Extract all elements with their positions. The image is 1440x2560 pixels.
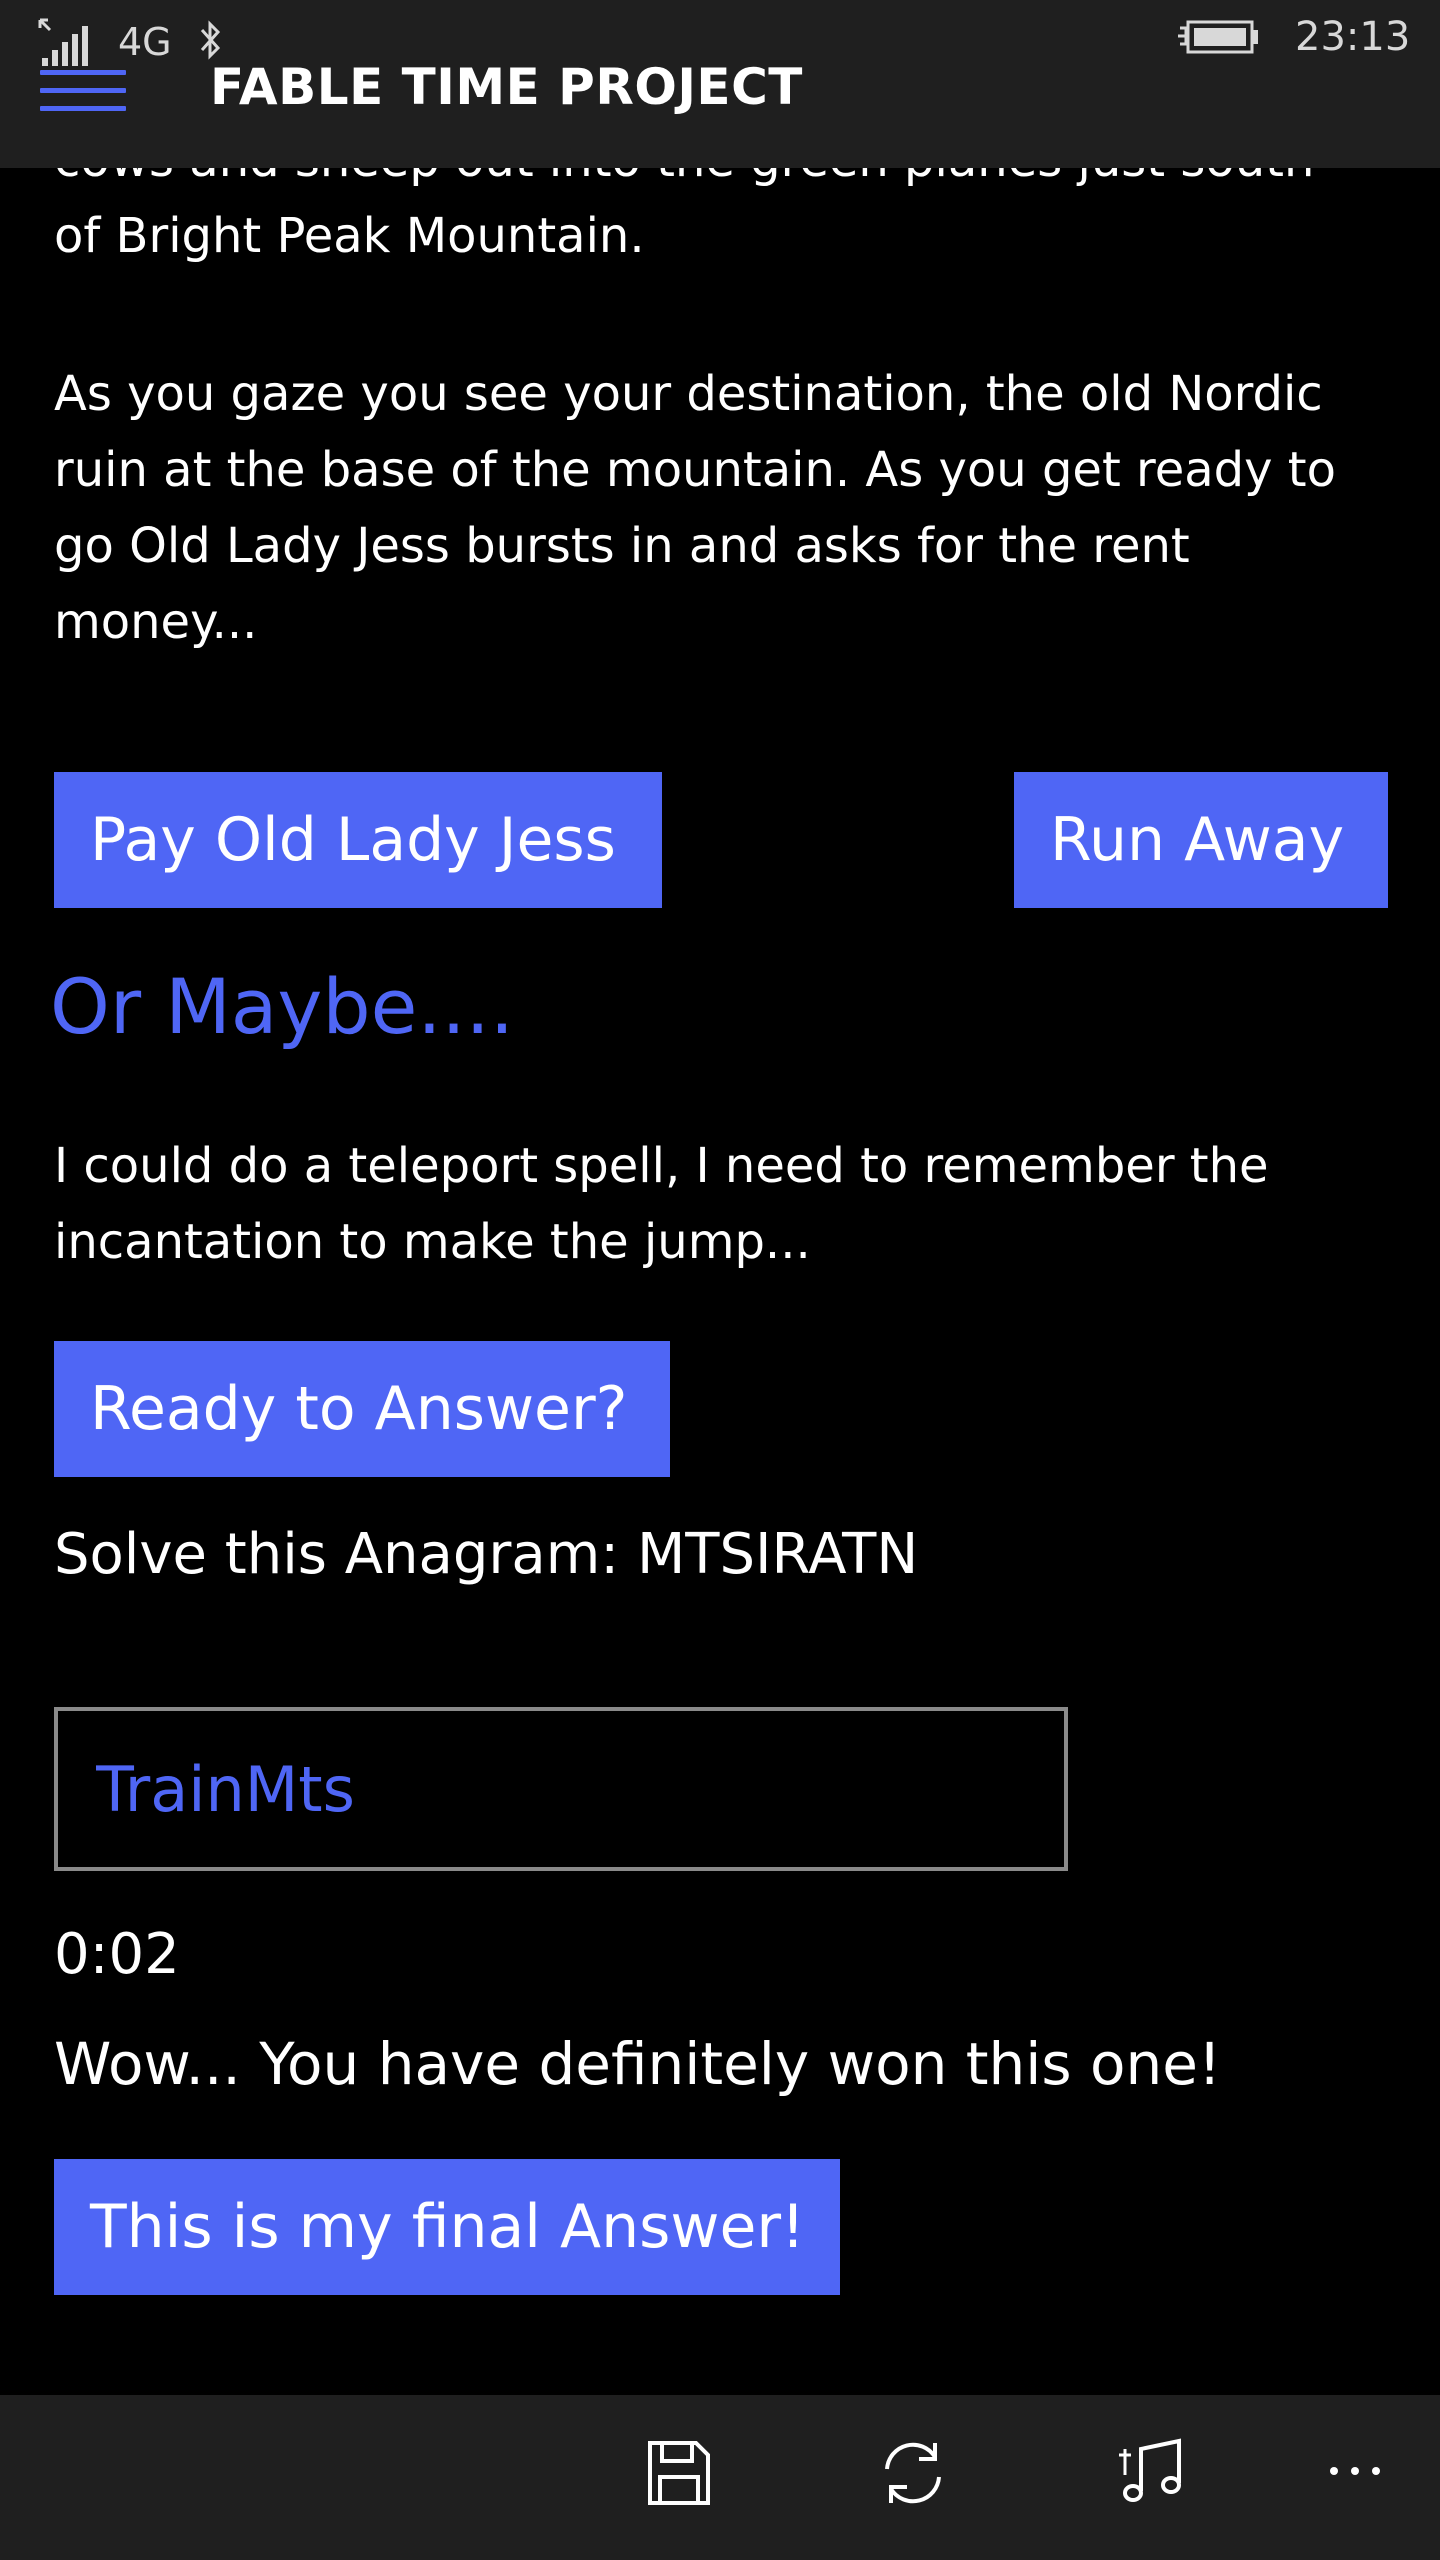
app-screen: cows and sheep out into the green planes… <box>0 0 1440 2560</box>
teleport-text: I could do a teleport spell, I need to r… <box>54 1138 1269 1270</box>
status-time: 23:13 <box>1295 14 1411 60</box>
answer-field[interactable] <box>54 1707 1068 1871</box>
story-paragraph-2: As you gaze you see your destination, th… <box>54 366 1336 650</box>
save-icon <box>648 2441 710 2505</box>
final-answer-button[interactable]: This is my final Answer! <box>54 2159 840 2295</box>
save-button[interactable] <box>640 2435 716 2511</box>
network-type: 4G <box>118 20 172 64</box>
sync-icon <box>885 2442 941 2504</box>
page-title: FABLE TIME PROJECT <box>210 58 803 116</box>
anagram-prompt: Solve this Anagram: MTSIRATN <box>54 1522 919 1587</box>
sync-button[interactable] <box>875 2435 951 2511</box>
answer-input[interactable] <box>58 1711 1064 1867</box>
run-away-button[interactable]: Run Away <box>1014 772 1388 908</box>
story-content: cows and sheep out into the green planes… <box>0 0 1440 2395</box>
hamburger-menu-icon[interactable] <box>40 64 126 114</box>
battery-charging-icon <box>1178 20 1258 54</box>
music-icon <box>1119 2438 1181 2502</box>
signal-strength-icon <box>38 18 88 66</box>
music-button[interactable] <box>1115 2435 1191 2511</box>
more-icon[interactable] <box>1320 2445 1390 2495</box>
timer-readout: 0:02 <box>54 1922 180 1987</box>
ready-to-answer-button[interactable]: Ready to Answer? <box>54 1341 670 1477</box>
bluetooth-icon <box>200 20 221 60</box>
or-maybe-heading: Or Maybe.... <box>50 962 514 1051</box>
bottom-app-bar <box>0 2395 1440 2560</box>
story-paragraph-1-end: of Bright Peak Mountain. <box>54 208 645 264</box>
title-bar: 4G 23:13 FABLE TIME PROJECT <box>0 0 1440 168</box>
result-message: Wow... You have definitely won this one! <box>54 2030 1222 2098</box>
pay-old-lady-jess-button[interactable]: Pay Old Lady Jess <box>54 772 662 908</box>
